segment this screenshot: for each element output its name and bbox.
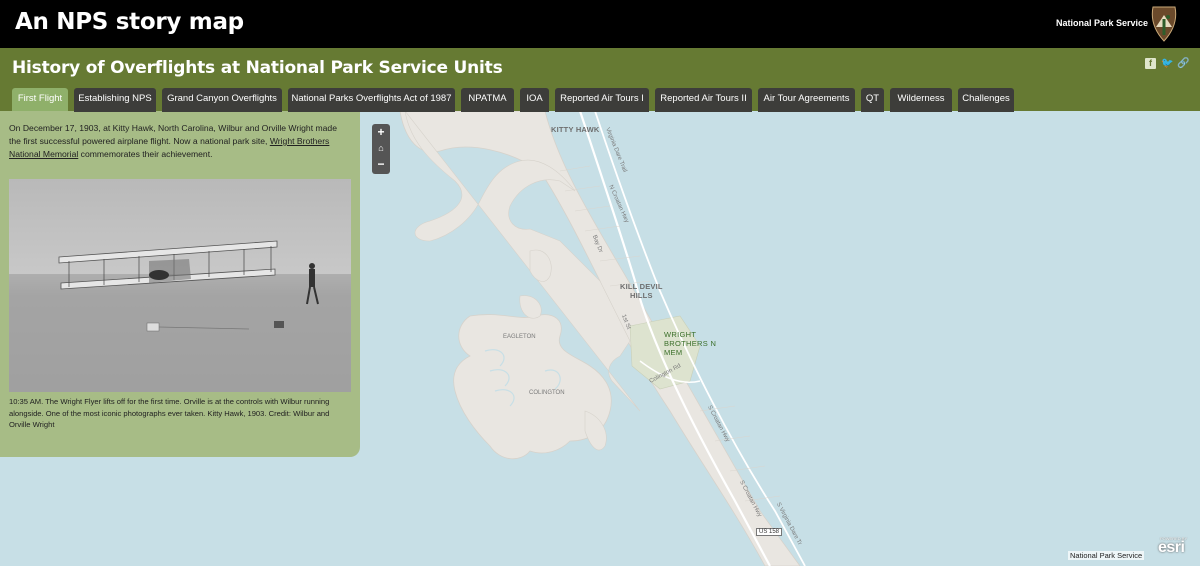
map-label-wright-brothers[interactable]: WRIGHT BROTHERS N MEM (664, 330, 716, 357)
twitter-icon[interactable]: 🐦 (1161, 58, 1173, 69)
story-header: History of Overflights at National Park … (0, 48, 1200, 112)
tab-overflights-act-1987[interactable]: National Parks Overflights Act of 1987 (288, 88, 455, 112)
route-shield-us158: US 158 (756, 528, 783, 536)
tab-challenges[interactable]: Challenges (958, 88, 1014, 112)
zoom-out-button[interactable]: − (372, 156, 390, 172)
tab-reported-air-tours-2[interactable]: Reported Air Tours II (655, 88, 752, 112)
tab-first-flight[interactable]: First Flight (12, 88, 68, 111)
park-label-line3: MEM (664, 348, 683, 357)
tab-establishing-nps[interactable]: Establishing NPS (74, 88, 156, 112)
share-icons: f 🐦 🔗 (1145, 58, 1189, 69)
home-button[interactable]: ⌂ (372, 140, 390, 156)
facebook-icon[interactable]: f (1145, 58, 1156, 69)
esri-logo[interactable]: esri (1158, 539, 1185, 557)
panel-intro-text: On December 17, 1903, at Kitty Hawk, Nor… (9, 122, 349, 161)
story-title: History of Overflights at National Park … (12, 58, 503, 78)
nps-banner: An NPS story map National Park Service (0, 0, 1200, 48)
map-label-colington: COLINGTON (529, 390, 565, 396)
tab-air-tour-agreements[interactable]: Air Tour Agreements (758, 88, 855, 112)
tab-reported-air-tours-1[interactable]: Reported Air Tours I (555, 88, 649, 112)
map-label-eagleton: EAGLETON (503, 334, 536, 340)
intro-text-end: commemorates their achievement. (78, 149, 213, 159)
map-label-kill-devil-line2: HILLS (630, 291, 653, 300)
map-zoom-controls: + ⌂ − (372, 124, 390, 174)
zoom-in-button[interactable]: + (372, 124, 390, 140)
tab-npatma[interactable]: NPATMA (461, 88, 514, 112)
tab-wilderness[interactable]: Wilderness (890, 88, 952, 112)
map-label-kill-devil-line1: KILL DEVIL (620, 282, 663, 291)
park-label-line2: BROTHERS N (664, 339, 717, 348)
park-label-line1: WRIGHT (664, 330, 697, 339)
tab-qt[interactable]: QT (861, 88, 884, 112)
wright-flyer-photo (9, 179, 351, 392)
nps-arrowhead-logo-icon[interactable] (1150, 5, 1178, 43)
photo-illustration (9, 179, 351, 392)
app-title: An NPS story map (15, 9, 244, 35)
agency-name[interactable]: National Park Service (1056, 18, 1148, 28)
story-map-app: KITTY HAWK KILL DEVIL HILLS WRIGHT BROTH… (0, 0, 1200, 566)
map-label-kill-devil-hills: KILL DEVIL HILLS (620, 282, 663, 300)
tab-ioa[interactable]: IOA (520, 88, 549, 112)
story-side-panel: On December 17, 1903, at Kitty Hawk, Nor… (0, 111, 360, 457)
photo-caption: 10:35 AM. The Wright Flyer lifts off for… (9, 397, 330, 429)
link-icon[interactable]: 🔗 (1177, 58, 1189, 69)
tab-grand-canyon-overflights[interactable]: Grand Canyon Overflights (162, 88, 282, 112)
map-label-kitty-hawk: KITTY HAWK (551, 125, 600, 134)
map-attribution: National Park Service (1068, 551, 1145, 560)
